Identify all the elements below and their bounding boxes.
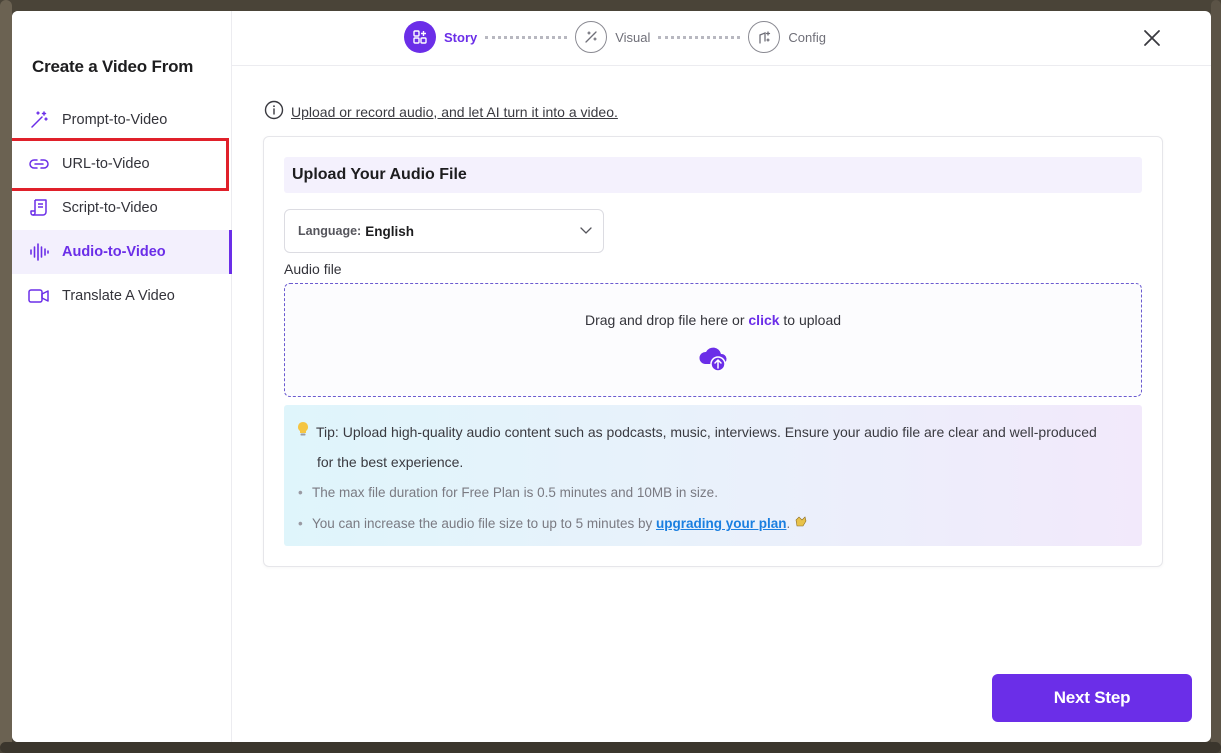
sidebar-item-audio-to-video[interactable]: Audio-to-Video <box>12 230 232 274</box>
lightbulb-icon <box>296 417 316 447</box>
tip-text: Tip: Upload high-quality audio content s… <box>316 424 1097 440</box>
story-icon <box>404 21 436 53</box>
tip-main: Tip: Upload high-quality audio content s… <box>296 417 1136 477</box>
main-panel: Story Visual Config Upload or record aud… <box>232 11 1211 742</box>
sidebar-item-label: Translate A Video <box>62 288 175 304</box>
clapping-hands-icon <box>794 516 808 531</box>
tip-list: The max file duration for Free Plan is 0… <box>296 477 808 539</box>
dropzone-prefix: Drag and drop file here or <box>584 312 749 328</box>
stepper: Story Visual Config <box>404 21 826 53</box>
sidebar-title: Create a Video From <box>32 57 194 76</box>
sidebar-item-label: Audio-to-Video <box>62 244 166 260</box>
step-connector <box>658 35 741 39</box>
dropzone-text: Drag and drop file here or click to uplo… <box>285 312 1141 328</box>
upgrade-plan-link[interactable]: upgrading your plan <box>656 516 787 531</box>
tip-box: Tip: Upload high-quality audio content s… <box>284 405 1142 546</box>
video-camera-icon <box>28 285 50 307</box>
sidebar-nav: Prompt-to-Video URL-to-Video Script-to-V… <box>12 98 232 318</box>
upload-card: Upload Your Audio File Language: English… <box>263 136 1163 567</box>
audio-dropzone[interactable]: Drag and drop file here or click to uplo… <box>284 283 1142 397</box>
tip-bullet-suffix: . <box>786 516 791 531</box>
config-icon <box>748 21 781 53</box>
dropzone-suffix: to upload <box>779 312 842 328</box>
chevron-down-icon <box>579 223 593 240</box>
card-heading: Upload Your Audio File <box>284 157 1142 193</box>
sidebar-item-label: Script-to-Video <box>62 200 158 216</box>
info-icon <box>264 100 284 123</box>
step-config-label: Config <box>788 29 826 45</box>
sidebar: Create a Video From Prompt-to-Video URL-… <box>12 11 232 742</box>
next-step-button[interactable]: Next Step <box>992 674 1192 722</box>
sidebar-item-script-to-video[interactable]: Script-to-Video <box>12 186 231 230</box>
visual-brush-icon <box>575 21 608 53</box>
upload-click-link[interactable]: click <box>748 312 779 328</box>
step-visual-label: Visual <box>615 29 651 45</box>
step-story-label: Story <box>444 29 478 45</box>
sidebar-item-label: URL-to-Video <box>62 156 150 172</box>
tip-bullet: The max file duration for Free Plan is 0… <box>296 477 808 508</box>
step-header: Story Visual Config <box>232 11 1211 66</box>
background-left <box>0 0 12 753</box>
background-right <box>1211 0 1221 753</box>
background-bottom <box>0 742 1221 753</box>
sidebar-item-translate-video[interactable]: Translate A Video <box>12 274 231 318</box>
cloud-upload-icon <box>698 344 730 377</box>
audio-waveform-icon <box>28 241 50 263</box>
step-connector <box>485 35 568 39</box>
tip-bullet: You can increase the audio file size to … <box>296 508 808 539</box>
info-link[interactable]: Upload or record audio, and let AI turn … <box>291 104 618 120</box>
script-icon <box>28 197 50 219</box>
language-select[interactable]: Language: English <box>284 209 604 253</box>
close-icon[interactable] <box>1141 27 1163 49</box>
language-label: Language: <box>298 224 362 238</box>
magic-wand-icon <box>28 109 50 131</box>
tip-text-cont: for the best experience. <box>317 454 464 470</box>
audio-file-label: Audio file <box>284 261 342 277</box>
sidebar-item-url-to-video[interactable]: URL-to-Video <box>12 142 231 186</box>
info-line: Upload or record audio, and let AI turn … <box>264 100 618 123</box>
tip-bullet-text: You can increase the audio file size to … <box>312 516 656 531</box>
create-video-modal: Create a Video From Prompt-to-Video URL-… <box>12 11 1211 742</box>
sidebar-item-prompt-to-video[interactable]: Prompt-to-Video <box>12 98 231 142</box>
sidebar-item-label: Prompt-to-Video <box>62 112 168 128</box>
language-value: English <box>365 223 414 239</box>
link-icon <box>28 153 50 175</box>
